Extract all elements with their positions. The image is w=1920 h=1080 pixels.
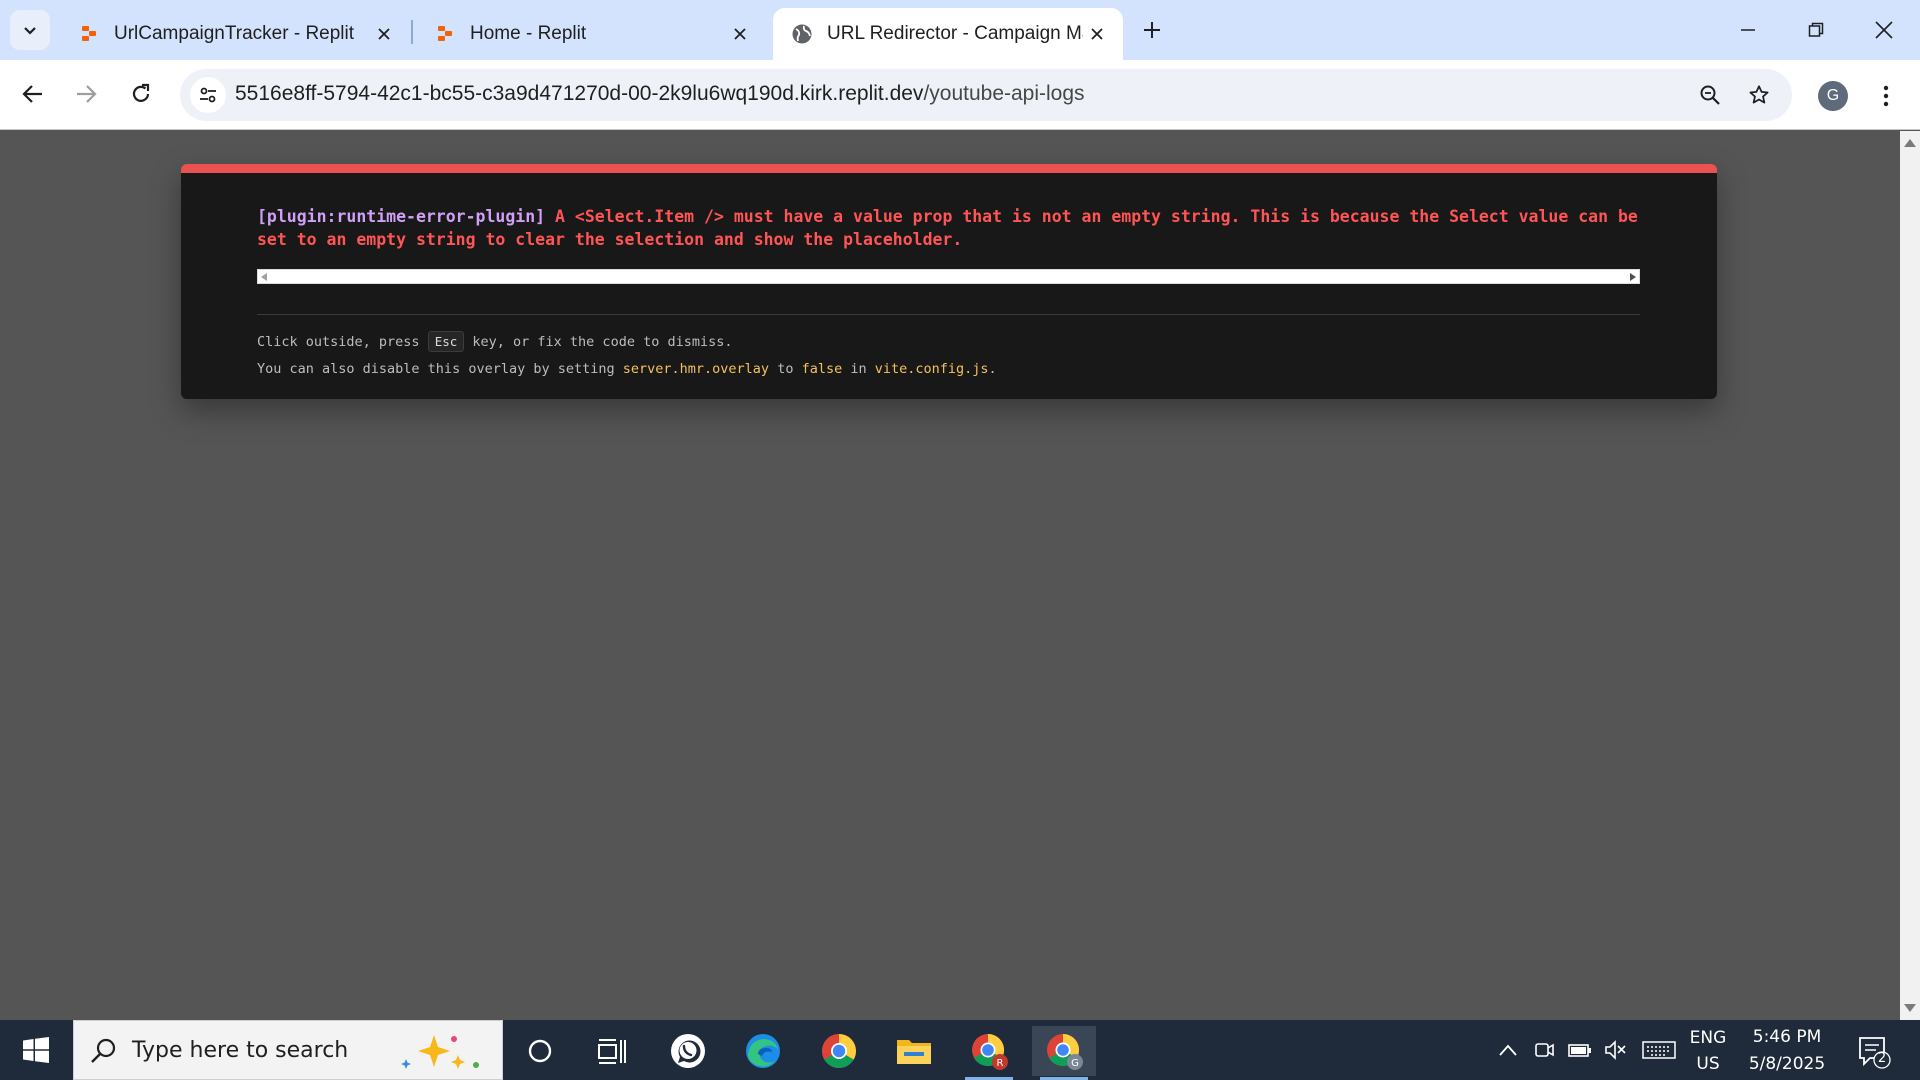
url-host: 5516e8ff-5794-42c1-bc55-c3a9d471270d-00-… [235,82,924,105]
meet-now-icon[interactable] [1528,1032,1560,1068]
reload-button[interactable] [121,74,161,114]
site-info-button[interactable] [190,77,226,113]
tab-urlcampaigntracker[interactable]: UrlCampaignTracker - Replit [60,8,410,60]
profile-avatar[interactable]: G [1818,81,1848,111]
svg-text:G: G [1071,1058,1079,1069]
error-plugin: [plugin:runtime-error-plugin] [257,207,546,226]
restore-icon [1808,22,1824,37]
replit-icon [78,23,100,45]
battery-icon[interactable] [1564,1032,1596,1068]
browser-toolbar: 5516e8ff-5794-42c1-bc55-c3a9d471270d-00-… [0,60,1920,130]
clock-date[interactable]: 5/8/2025 [1740,1054,1834,1074]
tip-text: You can also disable this overlay by set… [257,361,623,377]
taskbar-search[interactable]: Type here to search [73,1020,503,1080]
whatsapp-icon[interactable] [656,1026,720,1076]
windows-logo-icon [23,1037,49,1063]
reload-icon [132,83,150,102]
search-placeholder: Type here to search [132,1038,349,1063]
chrome-icon[interactable] [807,1026,871,1076]
close-icon[interactable] [1083,20,1111,48]
clock-time[interactable]: 5:46 PM [1740,1027,1834,1047]
config-file: vite.config.js [874,361,989,377]
edge-icon[interactable] [731,1026,795,1076]
browser-menu-button[interactable] [1870,78,1902,114]
more-vert-icon [1883,85,1889,107]
scroll-down-icon[interactable] [1904,1004,1916,1012]
windows-taskbar: Type here to search R G ENG US 5:46 PM 5… [0,1020,1920,1080]
arrow-left-icon [22,85,42,103]
horizontal-scrollbar[interactable] [257,269,1640,284]
forward-button[interactable] [66,74,106,114]
tune-icon [200,87,216,103]
error-message: [plugin:runtime-error-plugin] A <Select.… [257,205,1647,251]
task-view-icon[interactable] [580,1026,644,1076]
close-window-button[interactable] [1850,0,1918,60]
search-icon [91,1038,116,1063]
address-bar[interactable]: 5516e8ff-5794-42c1-bc55-c3a9d471270d-00-… [180,69,1792,121]
file-explorer-icon[interactable] [882,1026,946,1076]
new-tab-button[interactable] [1136,14,1168,46]
tab-title: Home - Replit [470,23,587,44]
chrome-profile-r-icon[interactable]: R [957,1026,1021,1080]
copilot-sparkle-icon [401,1035,479,1069]
plus-icon [1144,22,1160,38]
tip-text: key, or fix the code to dismiss. [464,334,733,350]
back-button[interactable] [13,74,53,114]
config-key: server.hmr.overlay [622,361,770,377]
keyboard-icon[interactable] [1640,1032,1678,1068]
chrome-profile-g-icon[interactable]: G [1032,1026,1096,1080]
scroll-left-icon[interactable] [261,273,267,281]
vite-error-overlay[interactable]: [plugin:runtime-error-plugin] A <Select.… [181,164,1717,399]
tab-home-replit[interactable]: Home - Replit [416,8,766,60]
close-icon[interactable] [726,20,754,48]
tab-strip: UrlCampaignTracker - Replit Home - Repli… [0,0,1920,60]
tab-title: URL Redirector - Campaign Man [827,23,1083,44]
tip-text: . [988,361,997,377]
cortana-icon[interactable] [508,1026,572,1076]
globe-icon [791,23,813,45]
minimize-button[interactable] [1714,0,1782,60]
disable-overlay-tip: You can also disable this overlay by set… [257,361,997,377]
url-text[interactable]: 5516e8ff-5794-42c1-bc55-c3a9d471270d-00-… [235,82,1085,106]
restore-button[interactable] [1782,0,1850,60]
close-icon [1875,21,1893,39]
svg-text:R: R [997,1058,1004,1069]
arrow-right-icon [77,85,97,103]
tab-title: UrlCampaignTracker - Replit [114,23,355,44]
replit-icon [434,23,456,45]
notification-count: 2 [1877,1051,1887,1066]
start-button[interactable] [12,1020,60,1080]
scroll-right-icon[interactable] [1630,273,1636,281]
scroll-up-icon[interactable] [1904,139,1916,147]
tip-text: in [842,361,875,377]
zoom-icon[interactable] [1694,79,1726,111]
tip-text: Click outside, press [257,334,428,350]
chevron-up-icon[interactable] [1492,1032,1524,1068]
url-path: /youtube-api-logs [923,82,1085,105]
tip-text: to [769,361,802,377]
chevron-down-icon [24,27,36,35]
input-region[interactable]: US [1686,1054,1730,1074]
page-scrollbar[interactable] [1900,131,1920,1020]
volume-muted-icon[interactable] [1600,1032,1632,1068]
close-icon[interactable] [370,20,398,48]
esc-key: Esc [427,331,465,352]
config-value: false [801,361,843,377]
minimize-icon [1741,29,1755,31]
bookmark-star-icon[interactable] [1743,79,1775,111]
tab-separator [411,20,413,44]
tab-url-redirector[interactable]: URL Redirector - Campaign Man [773,8,1123,60]
tab-search-button[interactable] [10,10,50,50]
input-language[interactable]: ENG [1686,1028,1730,1048]
divider [257,314,1640,315]
notification-center-icon[interactable]: 2 [1852,1034,1892,1070]
dismiss-tip: Click outside, press Esc key, or fix the… [257,331,732,352]
